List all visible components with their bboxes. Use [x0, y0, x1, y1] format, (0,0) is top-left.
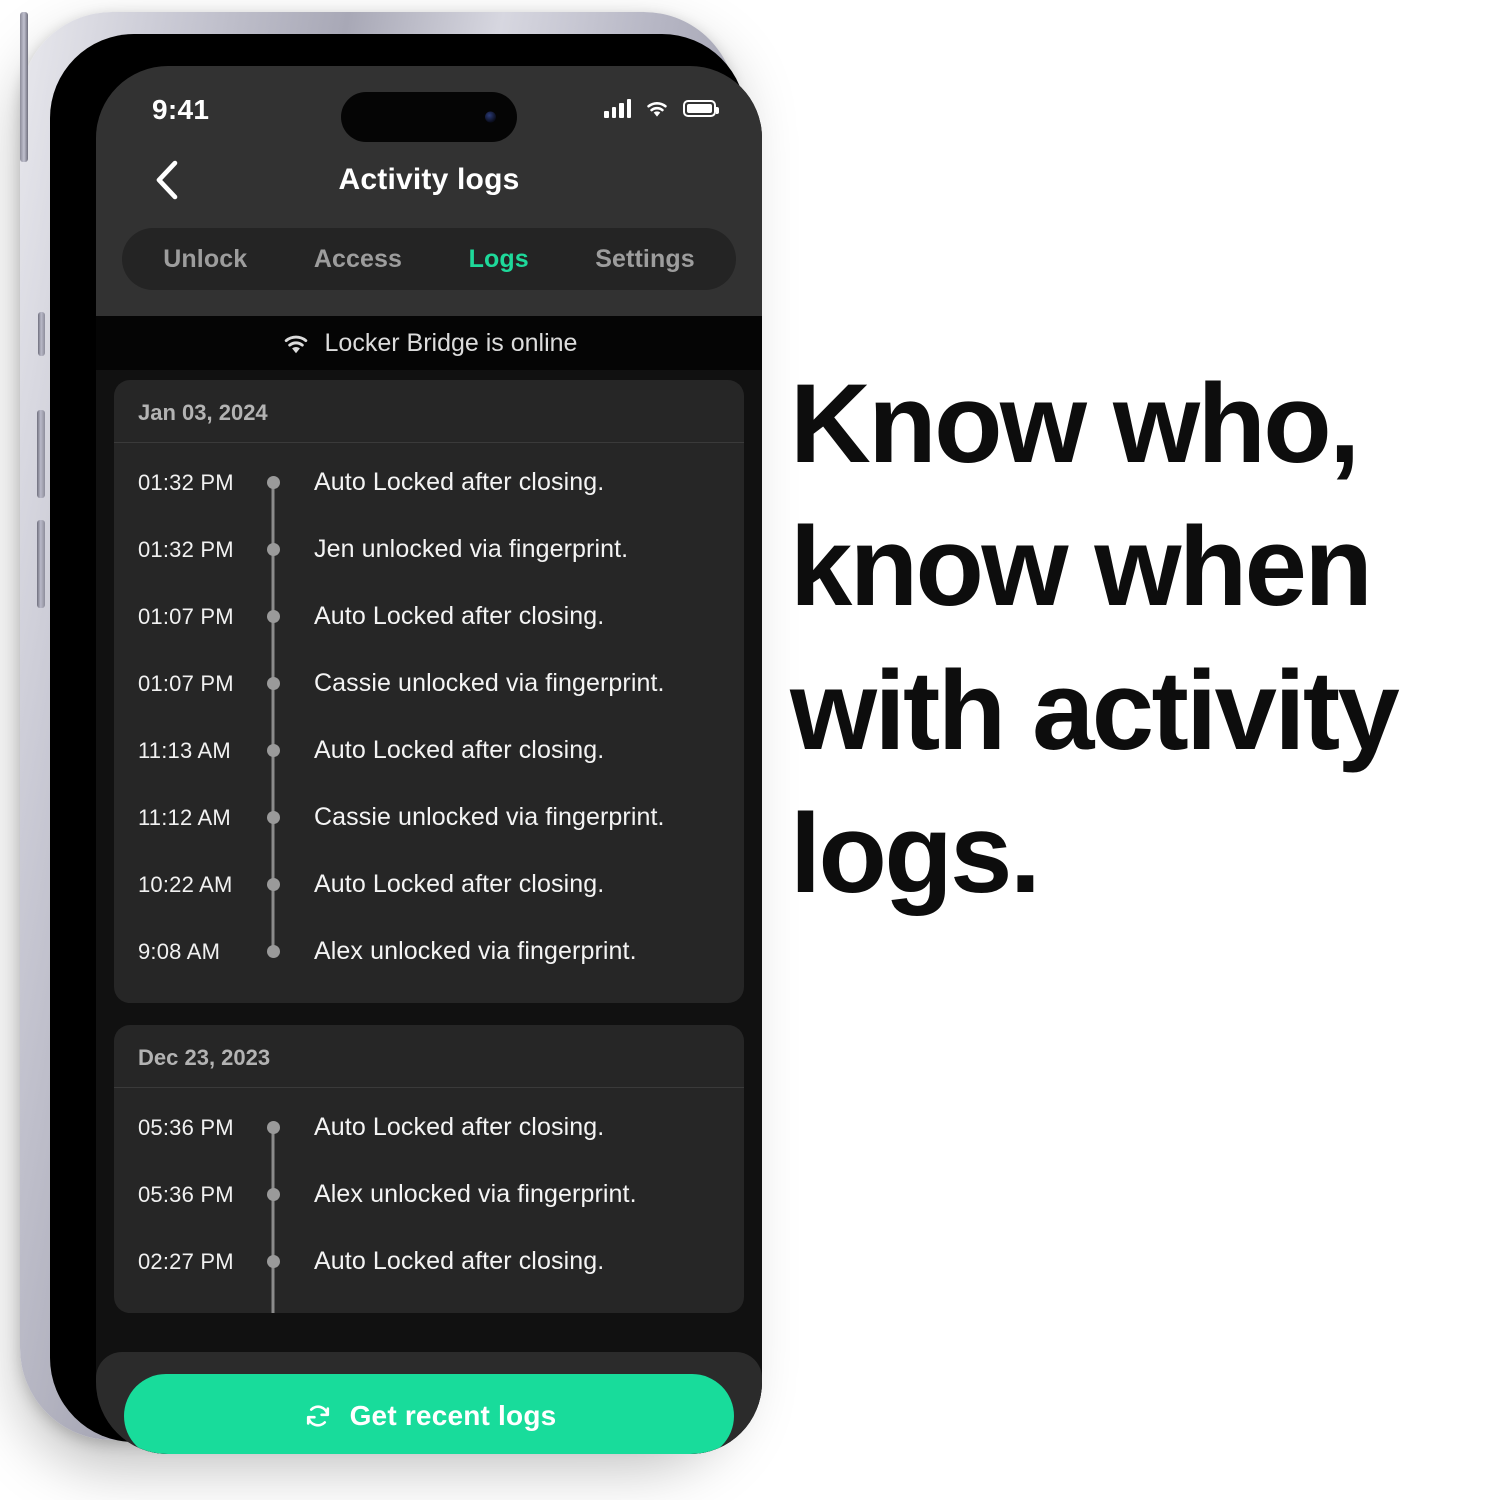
volume-up-button[interactable]	[37, 410, 45, 498]
cellular-signal-icon	[604, 99, 631, 118]
bridge-status-banner: Locker Bridge is online	[96, 316, 762, 370]
timeline-dot-icon	[266, 610, 280, 623]
log-entry-row[interactable]: 01:32 PM Jen unlocked via fingerprint.	[114, 516, 744, 583]
timeline-dot-icon	[266, 878, 280, 891]
tab-settings[interactable]: Settings	[585, 239, 704, 280]
tab-bar: Unlock Access Logs Settings	[122, 228, 736, 290]
wifi-icon	[647, 102, 667, 117]
timeline-rail	[256, 918, 290, 985]
phone-frame: 9:41 Activity logs Unlock Access Logs Se…	[20, 12, 762, 1454]
timeline-dot-icon	[266, 476, 280, 489]
timeline-dot-icon	[266, 811, 280, 824]
wifi-icon	[284, 335, 307, 353]
timeline-dot-icon	[266, 945, 280, 958]
dynamic-island	[341, 92, 517, 142]
timeline-rail	[256, 650, 290, 717]
status-bar-time: 9:41	[152, 94, 210, 125]
log-entry-time: 01:32 PM	[138, 469, 234, 495]
marketing-headline: Know who, know when with activity logs.	[790, 361, 1400, 917]
log-entry-rows: 01:32 PM Auto Locked after closing. 01:3…	[114, 443, 744, 1003]
timeline-rail	[256, 784, 290, 851]
tab-bar-wrapper: Unlock Access Logs Settings	[96, 228, 762, 316]
status-bar: 9:41	[96, 66, 762, 144]
timeline-dot-icon	[266, 1255, 280, 1268]
get-recent-logs-button[interactable]: Get recent logs	[124, 1374, 734, 1454]
log-entry-time: 02:27 PM	[138, 1248, 234, 1274]
log-entry-row[interactable]: 10:22 AM Auto Locked after closing.	[114, 851, 744, 918]
log-entry-time: 01:07 PM	[138, 670, 234, 696]
log-entry-time: 01:07 PM	[138, 603, 234, 629]
bottom-action-bar: Get recent logs (UTC-07) USA/Mountain	[96, 1352, 762, 1454]
timeline-rail	[256, 1228, 290, 1295]
log-entry-text: Cassie unlocked via fingerprint.	[314, 669, 665, 697]
timeline-dot-icon	[266, 1188, 280, 1201]
timeline-rail	[256, 449, 290, 516]
activity-log-list[interactable]: Jan 03, 2024 01:32 PM Auto Locked after …	[96, 370, 762, 1454]
timeline-dot-icon	[266, 543, 280, 556]
log-entry-row[interactable]: 02:27 PM Auto Locked after closing.	[114, 1228, 744, 1295]
log-entry-row[interactable]: 11:12 AM Cassie unlocked via fingerprint…	[114, 784, 744, 851]
silent-switch[interactable]	[38, 312, 45, 356]
log-entry-text: Auto Locked after closing.	[314, 870, 605, 898]
log-entry-text: Auto Locked after closing.	[314, 1113, 605, 1141]
timeline-rail	[256, 1161, 290, 1228]
log-entry-text: Auto Locked after closing.	[314, 602, 605, 630]
back-button[interactable]	[152, 158, 182, 202]
timeline-rail	[256, 1094, 290, 1161]
log-entry-time: 05:36 PM	[138, 1114, 234, 1140]
log-date-header: Jan 03, 2024	[114, 380, 744, 443]
log-entry-row[interactable]: 01:32 PM Auto Locked after closing.	[114, 449, 744, 516]
timeline-rail	[256, 851, 290, 918]
phone-bezel: 9:41 Activity logs Unlock Access Logs Se…	[50, 34, 762, 1454]
log-entry-row[interactable]: 11:13 AM Auto Locked after closing.	[114, 717, 744, 784]
timeline-dot-icon	[266, 744, 280, 757]
log-entry-text: Auto Locked after closing.	[314, 736, 605, 764]
log-entry-row[interactable]: 01:07 PM Cassie unlocked via fingerprint…	[114, 650, 744, 717]
timeline-dot-icon	[266, 1121, 280, 1134]
timeline-dot-icon	[266, 677, 280, 690]
promo-canvas: 9:41 Activity logs Unlock Access Logs Se…	[0, 0, 1489, 1500]
tab-logs[interactable]: Logs	[459, 239, 539, 280]
log-entry-rows: 05:36 PM Auto Locked after closing. 05:3…	[114, 1088, 744, 1313]
log-entry-text: Auto Locked after closing.	[314, 1247, 605, 1275]
log-date-group: Jan 03, 2024 01:32 PM Auto Locked after …	[114, 380, 744, 1003]
log-entry-time: 11:13 AM	[138, 737, 231, 763]
front-camera-icon	[485, 111, 496, 123]
log-entry-time: 05:36 PM	[138, 1181, 234, 1207]
tab-access[interactable]: Access	[304, 239, 412, 280]
status-bar-icons	[604, 94, 719, 118]
page-title: Activity logs	[338, 163, 520, 196]
log-entry-text: Jen unlocked via fingerprint.	[314, 535, 629, 563]
log-entry-text: Cassie unlocked via fingerprint.	[314, 803, 665, 831]
volume-down-button[interactable]	[37, 520, 45, 608]
log-date-group: Dec 23, 2023 05:36 PM Auto Locked after …	[114, 1025, 744, 1313]
log-date-header: Dec 23, 2023	[114, 1025, 744, 1088]
phone-screen: 9:41 Activity logs Unlock Access Logs Se…	[96, 66, 762, 1454]
timeline-rail	[256, 583, 290, 650]
bridge-status-text: Locker Bridge is online	[324, 328, 578, 357]
nav-bar: Activity logs	[96, 144, 762, 228]
log-entry-time: 9:08 AM	[138, 938, 221, 964]
log-entry-row[interactable]: 01:07 PM Auto Locked after closing.	[114, 583, 744, 650]
log-entry-row[interactable]: 05:36 PM Auto Locked after closing.	[114, 1094, 744, 1161]
log-entry-text: Alex unlocked via fingerprint.	[314, 937, 637, 965]
log-entry-row[interactable]: 9:08 AM Alex unlocked via fingerprint.	[114, 918, 744, 985]
log-entry-text: Auto Locked after closing.	[314, 468, 605, 496]
log-entry-time: 01:32 PM	[138, 536, 234, 562]
timeline-rail	[256, 717, 290, 784]
tab-unlock[interactable]: Unlock	[153, 239, 257, 280]
log-entry-row[interactable]: 05:36 PM Alex unlocked via fingerprint.	[114, 1161, 744, 1228]
battery-icon	[683, 100, 719, 117]
log-entry-time: 10:22 AM	[138, 871, 233, 897]
log-entry-time: 11:12 AM	[138, 804, 231, 830]
refresh-icon	[306, 1405, 329, 1427]
power-button[interactable]	[20, 12, 28, 162]
get-recent-logs-label: Get recent logs	[349, 1400, 557, 1431]
log-entry-text: Alex unlocked via fingerprint.	[314, 1180, 637, 1208]
timeline-rail	[256, 516, 290, 583]
